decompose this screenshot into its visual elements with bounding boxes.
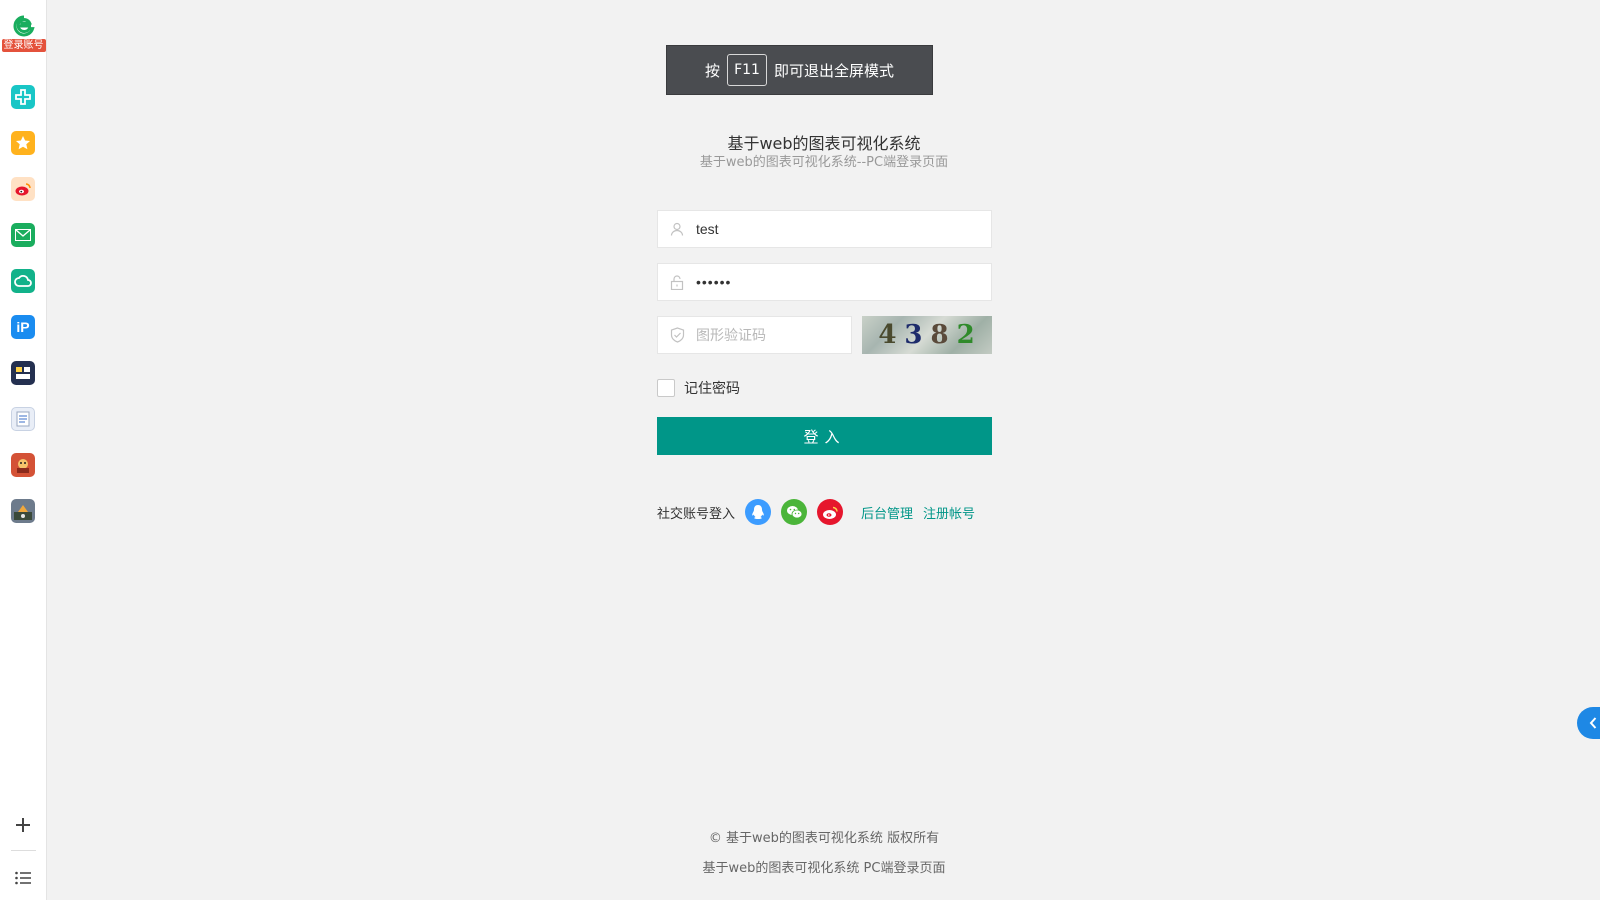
browser-logo-icon	[13, 15, 35, 37]
footer-subtitle: 基于web的图表可视化系统 PC端登录页面	[702, 861, 946, 876]
game-app-icon[interactable]	[11, 453, 35, 477]
admin-link[interactable]: 后台管理	[861, 503, 913, 522]
weibo-app-icon[interactable]	[11, 177, 35, 201]
mail-app-icon[interactable]	[11, 223, 35, 247]
footer-copyright: © 基于web的图表可视化系统 版权所有	[708, 831, 940, 846]
plus-cross-app-icon[interactable]	[11, 85, 35, 109]
remember-password[interactable]: 记住密码	[657, 378, 740, 398]
cloud-app-icon[interactable]	[11, 269, 35, 293]
account-login-logo[interactable]: 登录账号	[0, 14, 47, 60]
ip-app-icon[interactable]: iP	[11, 315, 35, 339]
remember-label: 记住密码	[684, 381, 740, 397]
side-panel-toggle[interactable]	[1577, 707, 1600, 739]
f11-key: F11	[727, 54, 767, 86]
chevron-left-icon	[1589, 717, 1597, 729]
lock-icon	[658, 264, 696, 300]
password-input[interactable]: ••••••	[696, 274, 976, 290]
fullscreen-exit-hint: 按 F11 即可退出全屏模式	[666, 45, 933, 95]
wechat-icon[interactable]	[781, 499, 808, 525]
user-icon	[658, 211, 696, 247]
captcha-char: 2	[956, 320, 976, 350]
login-button[interactable]: 登入	[657, 417, 992, 455]
username-input[interactable]	[696, 221, 976, 237]
login-account-tag: 登录账号	[1, 39, 46, 52]
page-subtitle: 基于web的图表可视化系统--PC端登录页面	[699, 155, 949, 170]
captcha-char: 3	[904, 320, 924, 350]
captcha-input[interactable]	[696, 327, 836, 343]
shield-check-icon	[658, 317, 696, 353]
social-login-label: 社交账号登入	[657, 506, 736, 522]
ip-glyph: iP	[16, 319, 30, 335]
register-link[interactable]: 注册帐号	[923, 503, 975, 522]
hint-suffix: 即可退出全屏模式	[773, 61, 894, 80]
captcha-field[interactable]	[657, 316, 852, 354]
social-login-row: 社交账号登入 后台管理 注册帐号	[657, 499, 975, 525]
remember-checkbox[interactable]	[657, 379, 675, 397]
username-field[interactable]	[657, 210, 992, 248]
weibo-icon[interactable]	[817, 499, 844, 525]
strategy-game-app-icon[interactable]	[11, 499, 35, 523]
password-field[interactable]: ••••••	[657, 263, 992, 301]
qq-icon[interactable]	[745, 499, 772, 525]
captcha-image[interactable]: 4 3 8 2	[862, 316, 992, 354]
captcha-char: 8	[930, 320, 950, 350]
captcha-char: 4	[878, 320, 898, 350]
news-app-icon[interactable]	[11, 361, 35, 385]
hint-prefix: 按	[705, 61, 721, 80]
sidebar-divider	[11, 850, 36, 851]
word-doc-app-icon[interactable]	[11, 407, 35, 431]
